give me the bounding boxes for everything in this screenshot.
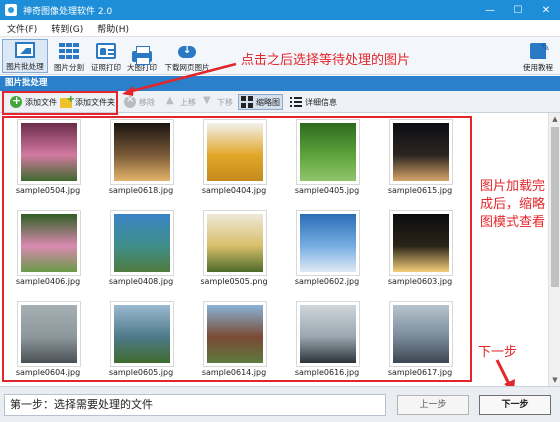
thumb-hint-line-3: 图模式查看 <box>480 215 546 230</box>
previous-step-button[interactable]: 上一步 <box>397 395 469 415</box>
footer-bar: 第一步：选择需要处理的文件 上一步 下一步 <box>0 386 560 422</box>
click-hint-annotation: 点击之后选择等待处理的图片 <box>241 53 411 68</box>
step-description: 第一步：选择需要处理的文件 <box>4 394 386 416</box>
thumb-hint-line-2: 成后，缩略 <box>480 197 546 212</box>
thumb-hint-line-1: 图片加载完 <box>480 179 546 194</box>
next-hint-annotation: 下一步 <box>478 345 518 360</box>
next-step-button[interactable]: 下一步 <box>479 395 551 415</box>
